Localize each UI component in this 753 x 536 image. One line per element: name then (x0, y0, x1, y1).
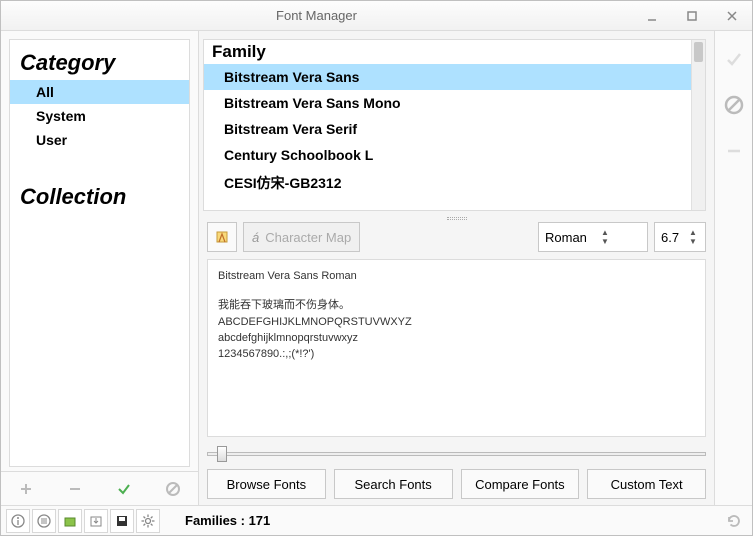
block-icon[interactable] (720, 85, 748, 125)
charmap-button[interactable]: á Character Map (243, 222, 360, 252)
minimize-button[interactable] (632, 2, 672, 30)
custom-text-button[interactable]: Custom Text (587, 469, 706, 499)
category-heading: Category (10, 46, 189, 80)
family-scrollbar[interactable] (691, 40, 705, 210)
preview-pane: Bitstream Vera Sans Roman 我能吞下玻璃而不伤身体。 A… (207, 259, 706, 437)
preview-toolbar: á Character Map Roman ▲▼ 6.7 ▲▼ (207, 221, 706, 253)
import-icon[interactable] (84, 509, 108, 533)
preview-line: abcdefghijklmnopqrstuvwxyz (218, 332, 695, 344)
family-item[interactable]: Century Schoolbook L (204, 142, 691, 168)
family-item[interactable]: Bitstream Vera Serif (204, 116, 691, 142)
size-up-icon[interactable]: ▲ (689, 228, 697, 237)
app-window: Font Manager Category All System User Co… (0, 0, 753, 536)
sidebar-item-system[interactable]: System (10, 104, 189, 128)
size-slider[interactable] (207, 443, 706, 463)
sidebar-actions (1, 471, 198, 505)
family-item[interactable]: CESI仿宋-GB2312 (204, 168, 691, 198)
collection-heading: Collection (10, 180, 189, 214)
package-icon[interactable] (58, 509, 82, 533)
preview-line: 1234567890.:,;(*!?') (218, 348, 695, 360)
close-button[interactable] (712, 2, 752, 30)
list-icon[interactable] (32, 509, 56, 533)
search-fonts-button[interactable]: Search Fonts (334, 469, 453, 499)
main-area: Family Bitstream Vera Sans Bitstream Ver… (199, 31, 714, 505)
style-down-icon[interactable]: ▼ (601, 237, 609, 246)
family-item[interactable]: Bitstream Vera Sans (204, 64, 691, 90)
window-title: Font Manager (1, 8, 632, 23)
preview-mode-button[interactable] (207, 222, 237, 252)
family-item[interactable]: Bitstream Vera Sans Mono (204, 90, 691, 116)
families-count: Families : 171 (185, 513, 270, 528)
size-spinner[interactable]: 6.7 ▲▼ (654, 222, 706, 252)
style-up-icon[interactable]: ▲ (601, 228, 609, 237)
remove-icon[interactable] (720, 131, 748, 171)
enable-button[interactable] (100, 472, 149, 505)
style-spinner[interactable]: Roman ▲▼ (538, 222, 648, 252)
statusbar: Families : 171 (1, 505, 752, 535)
sidebar-item-all[interactable]: All (10, 80, 189, 104)
preview-line: ABCDEFGHIJKLMNOPQRSTUVWXYZ (218, 316, 695, 328)
titlebar: Font Manager (1, 1, 752, 31)
family-panel: Family Bitstream Vera Sans Bitstream Ver… (203, 39, 706, 211)
sidebar-item-user[interactable]: User (10, 128, 189, 152)
preview-line: 我能吞下玻璃而不伤身体。 (218, 296, 695, 312)
compare-fonts-button[interactable]: Compare Fonts (461, 469, 580, 499)
family-heading: Family (204, 40, 691, 64)
right-strip (714, 31, 752, 505)
browse-fonts-button[interactable]: Browse Fonts (207, 469, 326, 499)
save-icon[interactable] (110, 509, 134, 533)
preview-font-name: Bitstream Vera Sans Roman (218, 270, 695, 282)
info-icon[interactable] (6, 509, 30, 533)
refresh-icon[interactable] (726, 513, 742, 529)
sidebar: Category All System User Collection (1, 31, 199, 505)
add-collection-button[interactable] (1, 472, 50, 505)
approve-icon[interactable] (720, 39, 748, 79)
maximize-button[interactable] (672, 2, 712, 30)
disable-button[interactable] (149, 472, 198, 505)
size-down-icon[interactable]: ▼ (689, 237, 697, 246)
remove-collection-button[interactable] (50, 472, 99, 505)
settings-icon[interactable] (136, 509, 160, 533)
